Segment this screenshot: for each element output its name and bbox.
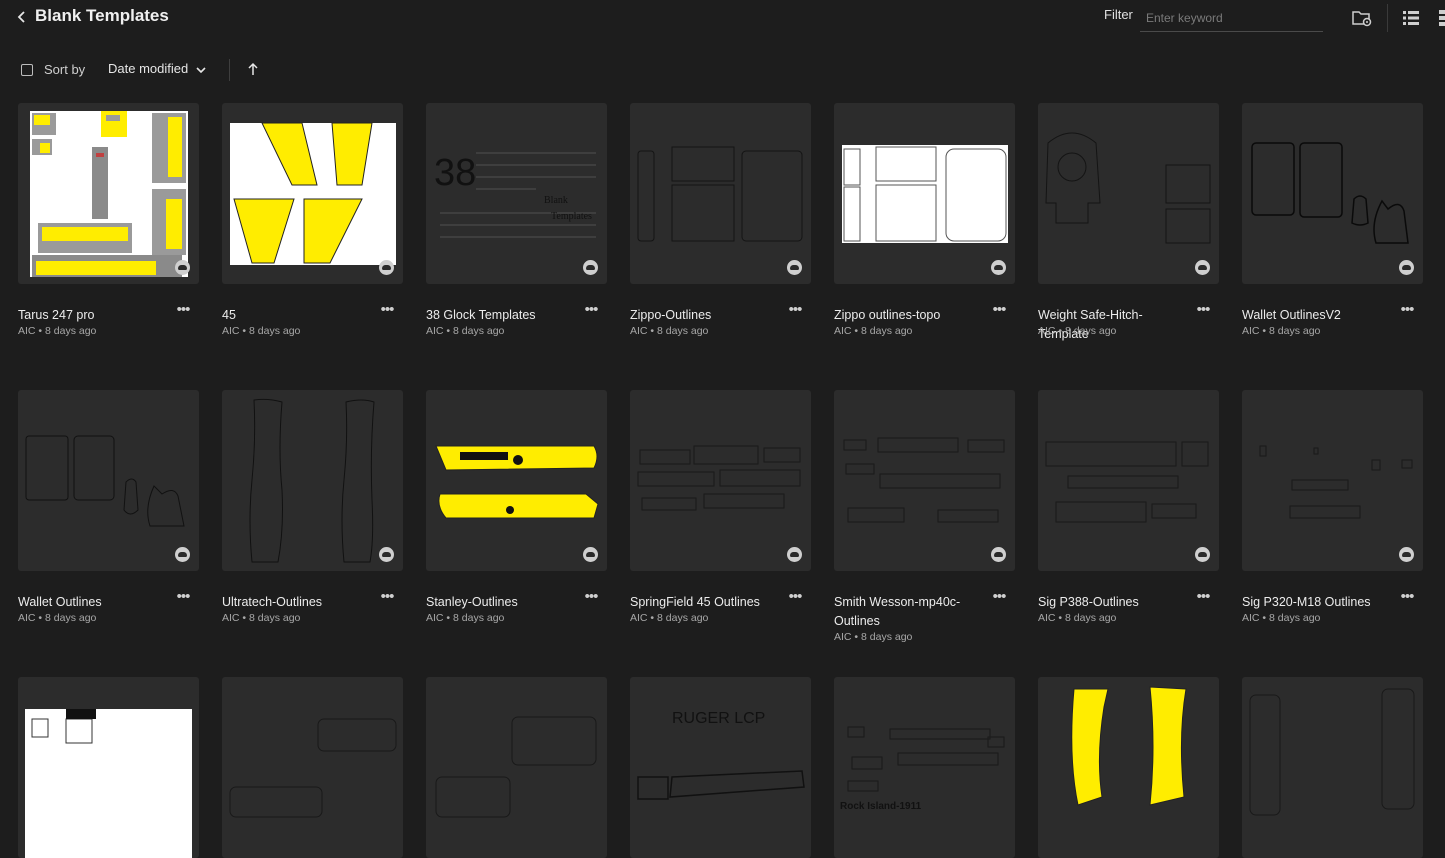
file-meta: AIC • 8 days ago	[630, 325, 709, 337]
file-thumbnail	[426, 677, 607, 858]
cloud-sync-icon	[379, 260, 394, 275]
file-thumbnail	[1038, 677, 1219, 858]
select-all-checkbox[interactable]	[21, 64, 33, 76]
thumb-label-templates: Templates	[551, 211, 592, 222]
cloud-sync-icon	[991, 260, 1006, 275]
file-name: Ultratech-Outlines	[222, 595, 323, 609]
file-thumbnail	[222, 103, 403, 284]
file-thumbnail	[834, 103, 1015, 284]
file-thumbnail	[1242, 677, 1423, 858]
file-meta: AIC • 8 days ago	[1038, 325, 1117, 337]
file-thumbnail	[18, 390, 199, 571]
file-meta: AIC • 8 days ago	[18, 612, 97, 624]
thumb-label-blank: Blank	[544, 195, 568, 206]
sort-bar: Sort by Date modified	[0, 55, 1445, 85]
file-meta: AIC • 8 days ago	[834, 631, 913, 643]
file-thumbnail: Rock Island-1911	[834, 677, 1015, 858]
grid-view-icon[interactable]	[1436, 6, 1445, 30]
more-options-icon[interactable]: •••	[581, 588, 601, 605]
more-options-icon[interactable]: •••	[1193, 588, 1213, 605]
top-bar: Blank Templates Filter	[0, 0, 1445, 40]
file-name: Smith Wesson-mp40c-Outlines	[834, 595, 961, 628]
file-thumbnail	[18, 103, 199, 284]
page-title: Blank Templates	[35, 6, 169, 25]
file-name: 38 Glock Templates	[426, 308, 536, 322]
cloud-sync-icon	[1399, 260, 1414, 275]
file-thumbnail	[1242, 103, 1423, 284]
more-options-icon[interactable]: •••	[581, 301, 601, 318]
cloud-sync-icon	[991, 547, 1006, 562]
file-name: SpringField 45 Outlines	[630, 595, 760, 609]
file-meta: AIC • 8 days ago	[18, 325, 97, 337]
file-name: Zippo-Outlines	[630, 308, 712, 322]
file-name: Sig P388-Outlines	[1038, 595, 1139, 609]
file-meta: AIC • 8 days ago	[1038, 612, 1117, 624]
toolbar-divider	[1387, 4, 1388, 32]
sort-field-dropdown[interactable]: Date modified	[108, 61, 188, 76]
file-thumbnail	[222, 677, 403, 858]
more-options-icon[interactable]: •••	[173, 588, 193, 605]
folder-settings-icon[interactable]	[1350, 6, 1374, 30]
file-meta: AIC • 8 days ago	[630, 612, 709, 624]
more-options-icon[interactable]: •••	[785, 588, 805, 605]
cloud-sync-icon	[1195, 260, 1210, 275]
more-options-icon[interactable]: •••	[173, 301, 193, 318]
more-options-icon[interactable]: •••	[1193, 301, 1213, 318]
file-name: Wallet Outlines	[18, 595, 102, 609]
file-name: Zippo outlines-topo	[834, 308, 941, 322]
file-meta: AIC • 8 days ago	[426, 612, 505, 624]
cloud-sync-icon	[583, 547, 598, 562]
sort-divider	[229, 59, 230, 81]
back-chevron-icon[interactable]	[14, 7, 32, 27]
more-options-icon[interactable]: •••	[785, 301, 805, 318]
filter-label: Filter	[1104, 7, 1133, 22]
cloud-sync-icon	[379, 547, 394, 562]
file-meta: AIC • 8 days ago	[426, 325, 505, 337]
thumb-label-38: 38	[434, 152, 476, 194]
file-thumbnail	[1038, 390, 1219, 571]
sort-by-label: Sort by	[44, 62, 86, 77]
file-meta: AIC • 8 days ago	[222, 325, 301, 337]
cloud-sync-icon	[787, 260, 802, 275]
more-options-icon[interactable]: •••	[989, 588, 1009, 605]
file-meta: AIC • 8 days ago	[222, 612, 301, 624]
file-name: Wallet OutlinesV2	[1242, 308, 1341, 322]
file-thumbnail	[1242, 390, 1423, 571]
file-thumbnail	[1038, 103, 1219, 284]
file-meta: AIC • 8 days ago	[1242, 325, 1321, 337]
sort-direction-arrow-icon[interactable]	[246, 61, 260, 77]
file-thumbnail	[630, 103, 811, 284]
more-options-icon[interactable]: •••	[1397, 301, 1417, 318]
file-thumbnail: 38 Blank Templates	[426, 103, 607, 284]
file-thumbnail	[222, 390, 403, 571]
file-meta: AIC • 8 days ago	[834, 325, 913, 337]
file-name: Tarus 247 pro	[18, 308, 95, 322]
more-options-icon[interactable]: •••	[377, 301, 397, 318]
cloud-sync-icon	[175, 260, 190, 275]
filter-input[interactable]	[1140, 4, 1323, 32]
file-thumbnail	[834, 390, 1015, 571]
file-name: Stanley-Outlines	[426, 595, 518, 609]
cloud-sync-icon	[1195, 547, 1210, 562]
file-name: Sig P320-M18 Outlines	[1242, 595, 1371, 609]
file-thumbnail	[426, 390, 607, 571]
thumb-label-ruger: RUGER LCP	[672, 710, 765, 727]
chevron-down-icon[interactable]	[194, 63, 208, 77]
more-options-icon[interactable]: •••	[377, 588, 397, 605]
file-thumbnail: RUGER LCP	[630, 677, 811, 858]
file-meta: AIC • 8 days ago	[1242, 612, 1321, 624]
file-thumbnail	[630, 390, 811, 571]
thumb-label-rock-island: Rock Island-1911	[840, 801, 922, 812]
list-view-icon[interactable]	[1399, 6, 1423, 30]
cloud-sync-icon	[175, 547, 190, 562]
file-name: 45	[222, 308, 236, 322]
more-options-icon[interactable]: •••	[989, 301, 1009, 318]
file-grid: Tarus 247 pro AIC • 8 days ago ••• 45 AI…	[18, 103, 1445, 858]
cloud-sync-icon	[787, 547, 802, 562]
file-thumbnail	[18, 677, 199, 858]
cloud-sync-icon	[583, 260, 598, 275]
cloud-sync-icon	[1399, 547, 1414, 562]
more-options-icon[interactable]: •••	[1397, 588, 1417, 605]
